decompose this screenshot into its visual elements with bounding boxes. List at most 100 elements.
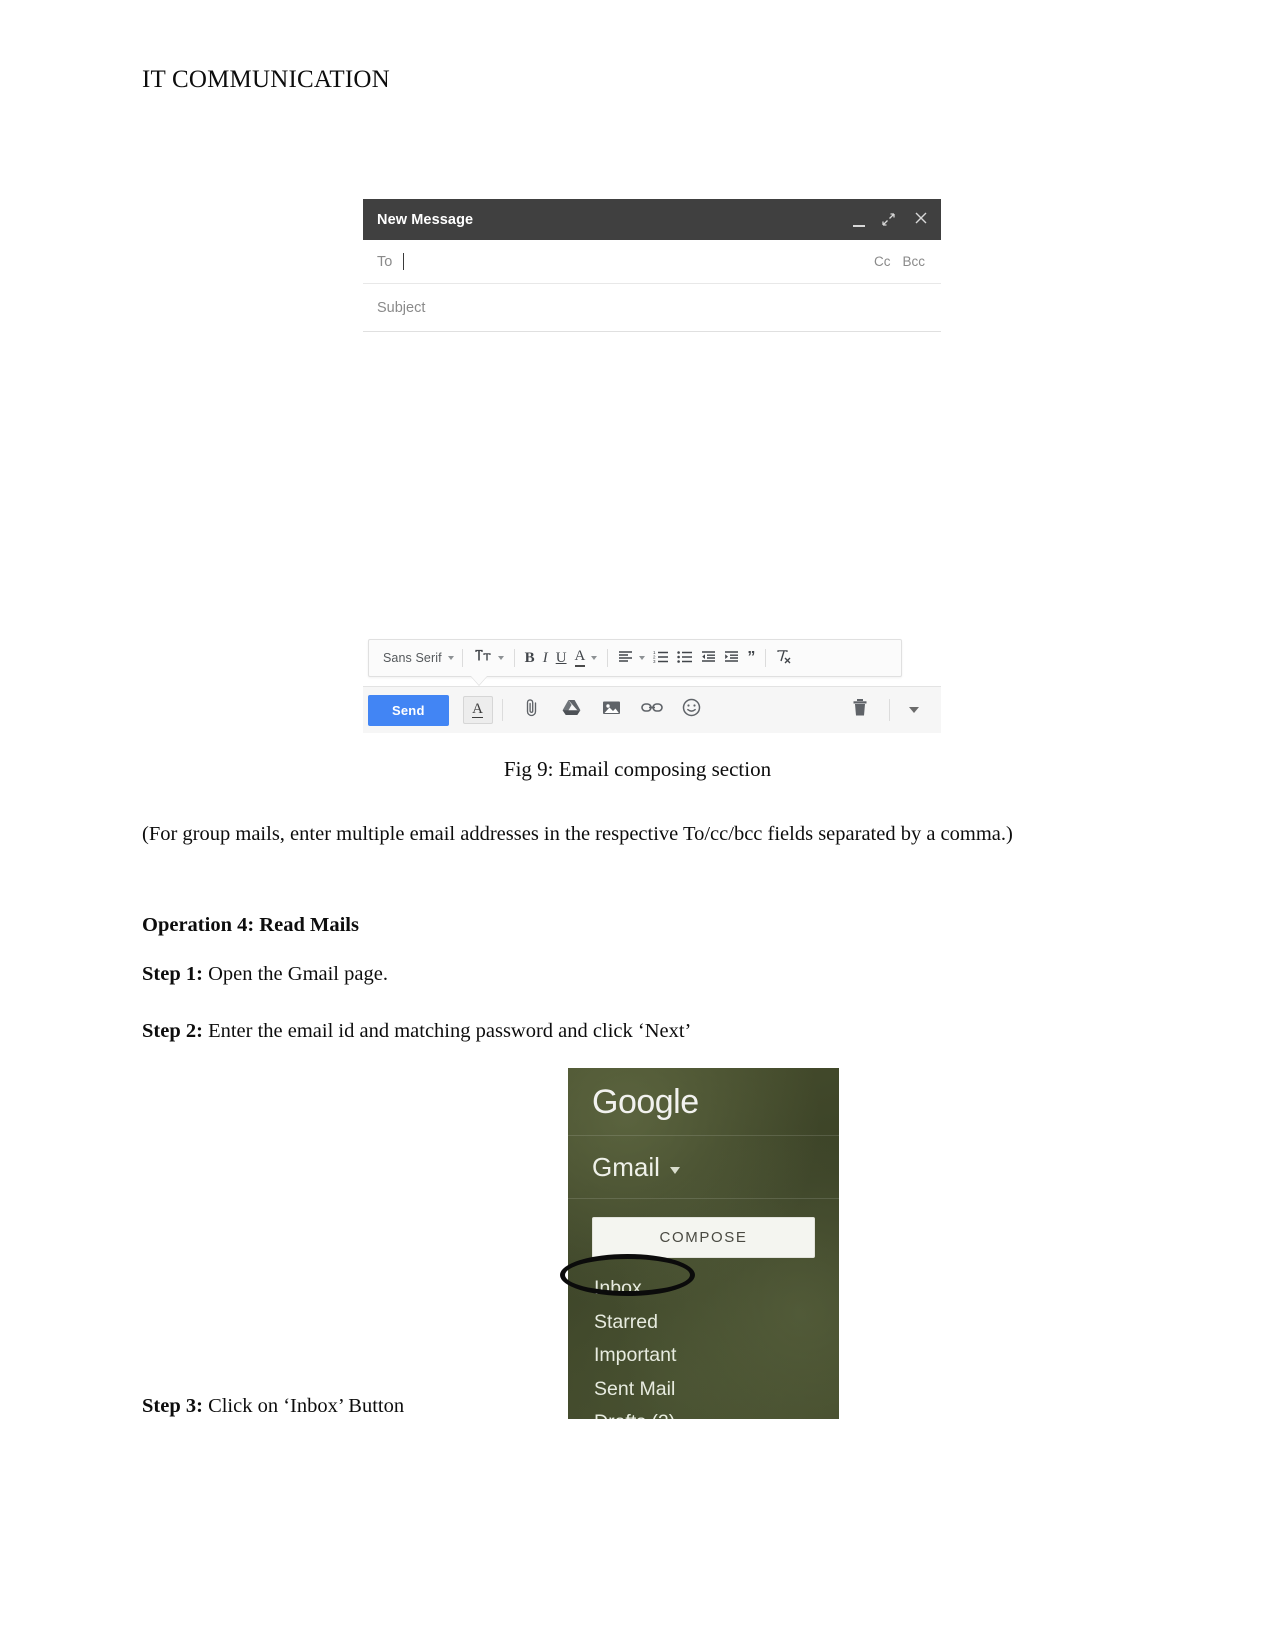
subject-field-placeholder: Subject (377, 299, 426, 316)
gmail-nav-list: Inbox Starred Important Sent Mail Drafts… (568, 1272, 839, 1419)
underline-icon: U (555, 649, 567, 666)
step-2-text: Enter the email id and matching password… (202, 1020, 692, 1042)
minimize-icon[interactable] (851, 216, 867, 231)
sidebar-item-important[interactable]: Important (594, 1339, 839, 1373)
action-divider (501, 699, 503, 721)
italic-icon: I (542, 649, 548, 666)
paragraph-group-mails: (For group mails, enter multiple email a… (142, 823, 1013, 845)
figure-caption: Fig 9: Email composing section (503, 757, 772, 781)
gmail-sidebar-screenshot: Google Gmail COMPOSE Inbox Starred Impor… (568, 1068, 839, 1419)
step-2-label: Step 2: (142, 1020, 203, 1042)
expand-icon[interactable] (882, 213, 898, 226)
quote-icon: ” (747, 649, 756, 666)
heading-operation-4: Operation 4: Read Mails (142, 914, 359, 936)
formatting-options-icon: A (472, 701, 484, 718)
action-divider (889, 699, 890, 721)
indent-decrease-button[interactable] (697, 645, 720, 671)
toolbar-divider (513, 649, 515, 667)
gmail-product-row[interactable]: Gmail (568, 1136, 839, 1199)
bold-button[interactable]: B (521, 645, 539, 671)
step-1-text: Open the Gmail page. (202, 963, 388, 985)
font-family-dropdown[interactable]: Sans Serif (377, 645, 456, 671)
indent-increase-icon (724, 650, 739, 666)
chevron-down-icon (639, 656, 646, 660)
toolbar-divider (765, 649, 767, 667)
quote-button[interactable]: ” (743, 645, 759, 671)
align-icon (618, 650, 633, 666)
insert-photo-icon (602, 699, 621, 721)
chevron-down-icon (591, 656, 598, 660)
compose-titlebar: New Message (363, 199, 941, 240)
font-family-value: Sans Serif (383, 651, 442, 665)
chevron-down-icon (669, 1166, 680, 1174)
window-controls (851, 199, 929, 240)
send-button[interactable]: Send (368, 694, 449, 726)
to-field-label: To (377, 253, 393, 270)
underline-button[interactable]: U (552, 645, 571, 671)
numbered-list-button[interactable]: 1 2 3 (649, 645, 673, 671)
cc-bcc-group: Cc Bcc (874, 254, 925, 269)
compose-button[interactable]: COMPOSE (592, 1217, 815, 1258)
sidebar-item-inbox[interactable]: Inbox (594, 1272, 839, 1306)
bulleted-list-button[interactable] (673, 645, 697, 671)
document-page: IT COMMUNICATION New Message To Cc Bcc S… (0, 0, 1275, 1650)
step-3-line: Step 3: Click on ‘Inbox’ Button (142, 1395, 404, 1418)
bcc-button[interactable]: Bcc (902, 254, 925, 269)
sidebar-item-drafts[interactable]: Drafts (2) (594, 1406, 839, 1419)
message-body-area[interactable] (363, 332, 941, 632)
insert-emoji-button[interactable] (677, 695, 707, 725)
compose-window-title: New Message (377, 211, 474, 228)
insert-link-button[interactable] (637, 695, 667, 725)
bold-icon: B (524, 649, 535, 666)
discard-draft-button[interactable] (845, 695, 875, 725)
step-1-line: Step 1: Open the Gmail page. (142, 955, 1072, 995)
align-button[interactable] (614, 645, 649, 671)
google-logo-row: Google (568, 1068, 839, 1136)
google-drive-button[interactable] (557, 695, 587, 725)
compose-window-screenshot: New Message To Cc Bcc Subject Sans Serif… (363, 199, 941, 733)
page-header-title: IT COMMUNICATION (142, 66, 390, 93)
toolbar-pointer-arrow (471, 676, 487, 685)
step-1-label: Step 1: (142, 963, 203, 985)
subject-field-row[interactable]: Subject (363, 284, 941, 332)
google-drive-icon (562, 699, 581, 721)
remove-formatting-icon (776, 649, 792, 667)
sidebar-item-starred[interactable]: Starred (594, 1306, 839, 1340)
text-color-button[interactable]: A (571, 645, 602, 671)
attach-file-button[interactable] (517, 695, 547, 725)
cc-button[interactable]: Cc (874, 254, 891, 269)
font-size-icon (473, 648, 492, 668)
compose-action-bar: Send A (363, 686, 941, 733)
indent-decrease-icon (701, 650, 716, 666)
gmail-product-label: Gmail (592, 1152, 660, 1182)
to-field-row[interactable]: To Cc Bcc (363, 240, 941, 284)
close-icon[interactable] (913, 212, 929, 227)
italic-button[interactable]: I (539, 645, 552, 671)
google-logo: Google (592, 1082, 699, 1121)
text-cursor (403, 253, 405, 270)
insert-emoji-icon (682, 698, 701, 722)
text-color-icon: A (574, 649, 586, 667)
action-bar-right-group (840, 695, 929, 725)
attach-file-icon (523, 698, 540, 722)
insert-link-icon (640, 701, 663, 719)
remove-formatting-button[interactable] (772, 645, 796, 671)
numbered-list-icon: 1 2 3 (653, 650, 669, 666)
sidebar-item-sent-mail[interactable]: Sent Mail (594, 1373, 839, 1407)
trash-icon (852, 698, 868, 722)
step-3-text: Click on ‘Inbox’ Button (202, 1395, 405, 1417)
step-3-label: Step 3: (142, 1395, 203, 1417)
toolbar-divider (607, 649, 609, 667)
more-options-icon[interactable] (909, 707, 919, 713)
bulleted-list-icon (677, 650, 693, 666)
formatting-toolbar: Sans Serif B I U A 1 2 3 ” (368, 639, 902, 677)
formatting-options-button[interactable]: A (462, 696, 493, 724)
indent-increase-button[interactable] (720, 645, 743, 671)
font-size-dropdown[interactable] (469, 645, 508, 671)
chevron-down-icon (497, 656, 504, 660)
toolbar-divider (461, 649, 463, 667)
insert-photo-button[interactable] (597, 695, 627, 725)
step-2-line: Step 2: Enter the email id and matching … (142, 1012, 1072, 1052)
svg-text:3: 3 (653, 659, 656, 663)
chevron-down-icon (447, 656, 454, 660)
